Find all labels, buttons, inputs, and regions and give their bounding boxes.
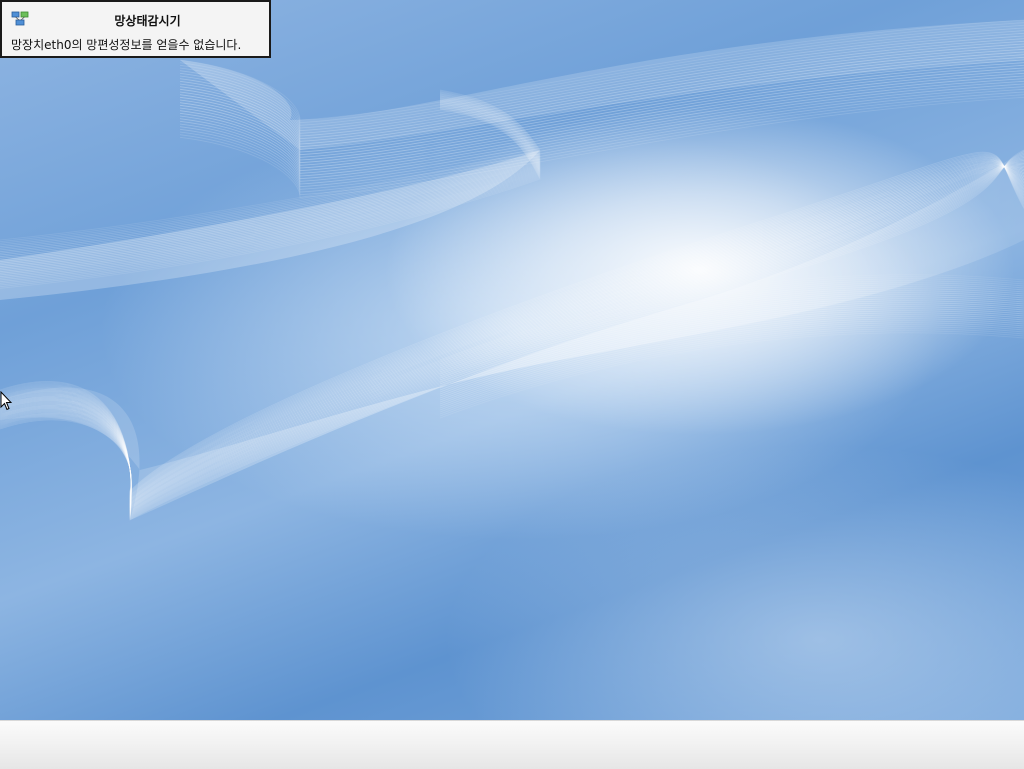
wallpaper-line	[439, 328, 1024, 415]
taskbar[interactable]	[0, 720, 1024, 769]
wallpaper-line	[439, 332, 1024, 419]
wallpaper-line	[0, 154, 1024, 519]
wallpaper	[0, 19, 1024, 521]
network-notification-popup[interactable]: 망상태감시기 망장치eth0의 망편성정보를 얻을수 없습니다.	[0, 0, 271, 58]
notification-title: 망상태감시기	[114, 14, 181, 28]
arrow-pointer-icon	[0, 391, 12, 411]
notification-message: 망장치eth0의 망편성정보를 얻을수 없습니다.	[11, 38, 242, 52]
desktop[interactable]: 망상태감시기 망장치eth0의 망편성정보를 얻을수 없습니다.	[0, 0, 1024, 720]
